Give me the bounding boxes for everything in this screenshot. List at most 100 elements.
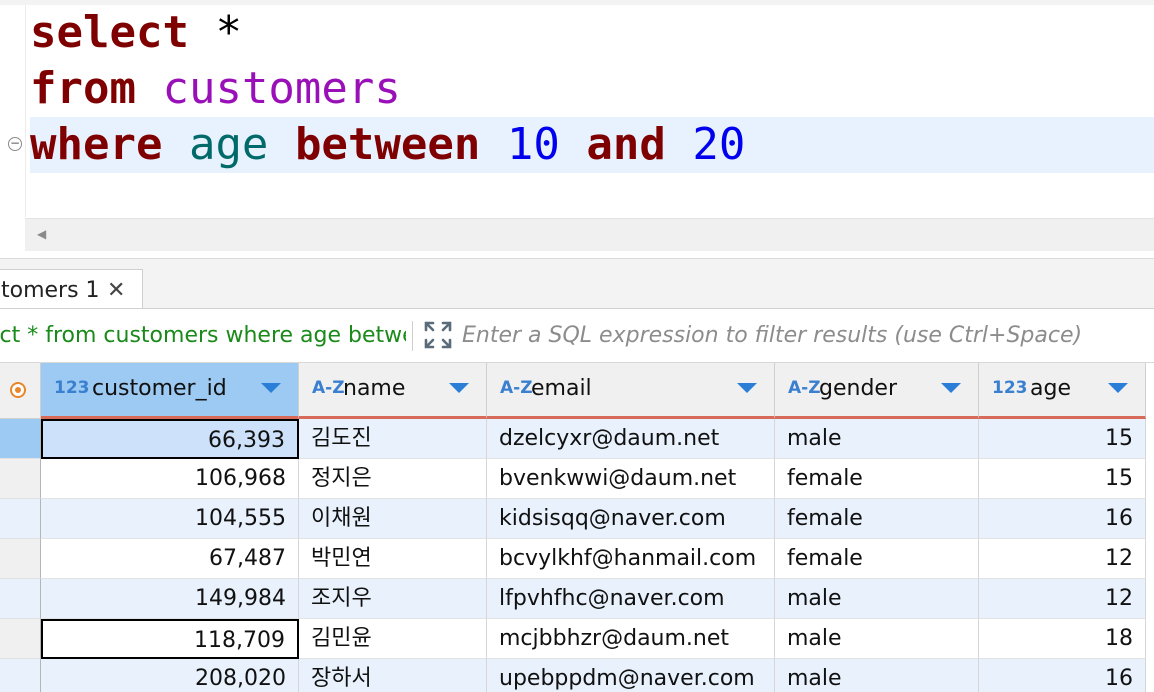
cell-name[interactable]: 조지우: [299, 579, 487, 619]
row-header[interactable]: [0, 659, 41, 692]
row-header[interactable]: [0, 539, 41, 579]
results-grid[interactable]: 123 customer_id A-Z name A-Z email A-Z gender 12…: [0, 363, 1154, 692]
column-header-name[interactable]: A-Z name: [299, 363, 487, 419]
fold-toggle-icon[interactable]: −: [8, 137, 22, 151]
tab-label: tomers 1: [1, 278, 100, 303]
cell-email[interactable]: dzelcyxr@daum.net: [487, 419, 775, 459]
cell-gender[interactable]: male: [775, 659, 979, 692]
table-row[interactable]: 66,393 김도진 dzelcyxr@daum.net male 15: [0, 419, 1154, 459]
sort-dropdown-icon[interactable]: [941, 383, 961, 393]
cell-gender[interactable]: male: [775, 419, 979, 459]
sql-token: from: [30, 63, 136, 114]
cell-customer-id[interactable]: 208,020: [41, 659, 299, 692]
tab-customers-1[interactable]: tomers 1 ✕: [0, 269, 143, 309]
sql-token: where: [30, 119, 163, 170]
row-header[interactable]: [0, 619, 41, 659]
cell-name[interactable]: 이채원: [299, 499, 487, 539]
cell-email[interactable]: kidsisqq@naver.com: [487, 499, 775, 539]
row-header[interactable]: [0, 579, 41, 619]
column-header-email[interactable]: A-Z email: [487, 363, 775, 419]
cell-age[interactable]: 15: [979, 459, 1146, 499]
cell-email[interactable]: lfpvhfhc@naver.com: [487, 579, 775, 619]
sql-token: age: [188, 119, 269, 170]
cell-name[interactable]: 정지은: [299, 459, 487, 499]
cell-age[interactable]: 18: [979, 619, 1146, 659]
text-type-icon: A-Z: [312, 378, 345, 398]
column-header-label: customer_id: [92, 376, 227, 401]
table-row[interactable]: 118,709 김민윤 mcjbbhzr@daum.net male 18: [0, 619, 1154, 659]
cell-gender[interactable]: male: [775, 579, 979, 619]
sql-editor[interactable]: select * from customers where age betwee…: [0, 0, 1154, 258]
results-tab-bar: tomers 1 ✕: [0, 258, 1154, 309]
text-type-icon: A-Z: [500, 378, 533, 398]
cell-customer-id[interactable]: 149,984: [41, 579, 299, 619]
row-header[interactable]: [0, 499, 41, 539]
table-row[interactable]: 208,020 장하서 upebppdm@naver.com male 16: [0, 659, 1154, 692]
grid-corner[interactable]: [0, 363, 41, 419]
column-header-label: gender: [819, 376, 897, 401]
sql-token: and: [586, 119, 666, 170]
column-header-label: name: [343, 376, 406, 401]
sql-token: 20: [692, 119, 746, 170]
table-row[interactable]: 67,487 박민연 bcvylkhf@hanmail.com female 12: [0, 539, 1154, 579]
sort-dropdown-icon[interactable]: [261, 383, 281, 393]
code-line-3-current[interactable]: where age between 10 and 20: [30, 117, 1154, 173]
cell-name[interactable]: 장하서: [299, 659, 487, 692]
editor-horizontal-scrollbar[interactable]: ◀: [25, 218, 1154, 251]
cell-customer-id[interactable]: 67,487: [41, 539, 299, 579]
cell-email[interactable]: bvenkwwi@daum.net: [487, 459, 775, 499]
filter-expression-input[interactable]: [462, 317, 1142, 353]
cell-age[interactable]: 12: [979, 579, 1146, 619]
code-line-1[interactable]: select *: [30, 5, 242, 61]
cell-email[interactable]: mcjbbhzr@daum.net: [487, 619, 775, 659]
cell-email[interactable]: bcvylkhf@hanmail.com: [487, 539, 775, 579]
sql-token: *: [188, 7, 242, 58]
cell-customer-id[interactable]: 104,555: [41, 499, 299, 539]
sql-token: between: [294, 119, 481, 170]
cell-email[interactable]: upebppdm@naver.com: [487, 659, 775, 692]
sql-token: 10: [506, 119, 560, 170]
cell-gender[interactable]: male: [775, 619, 979, 659]
cell-age[interactable]: 12: [979, 539, 1146, 579]
column-header-label: email: [531, 376, 592, 401]
sort-dropdown-icon[interactable]: [737, 383, 757, 393]
sort-dropdown-icon[interactable]: [449, 383, 469, 393]
cell-name[interactable]: 김도진: [299, 419, 487, 459]
table-row[interactable]: 106,968 정지은 bvenkwwi@daum.net female 15: [0, 459, 1154, 499]
column-header-gender[interactable]: A-Z gender: [775, 363, 979, 419]
cell-customer-id[interactable]: 118,709: [41, 619, 299, 659]
column-header-customer-id[interactable]: 123 customer_id: [41, 363, 299, 419]
editor-gutter: [0, 5, 26, 217]
cell-customer-id[interactable]: 106,968: [41, 459, 299, 499]
executed-query-text: ect * from customers where age betwe: [0, 323, 406, 348]
cell-age[interactable]: 15: [979, 419, 1146, 459]
cell-name[interactable]: 박민연: [299, 539, 487, 579]
table-row[interactable]: 104,555 이채원 kidsisqq@naver.com female 16: [0, 499, 1154, 539]
cell-name[interactable]: 김민윤: [299, 619, 487, 659]
table-row[interactable]: 149,984 조지우 lfpvhfhc@naver.com male 12: [0, 579, 1154, 619]
cell-gender[interactable]: female: [775, 459, 979, 499]
close-icon[interactable]: ✕: [107, 278, 125, 303]
column-header-age[interactable]: 123 age: [979, 363, 1146, 419]
cell-age[interactable]: 16: [979, 659, 1146, 692]
sort-dropdown-icon[interactable]: [1108, 383, 1128, 393]
scroll-left-arrow-icon[interactable]: ◀: [37, 227, 46, 241]
text-type-icon: A-Z: [788, 378, 821, 398]
column-header-label: age: [1030, 376, 1071, 401]
sql-token: customers: [162, 63, 401, 114]
numeric-type-icon: 123: [992, 378, 1028, 398]
cell-gender[interactable]: female: [775, 539, 979, 579]
row-header[interactable]: [0, 459, 41, 499]
code-line-2[interactable]: from customers: [30, 61, 401, 117]
filter-separator: [412, 321, 413, 351]
cell-customer-id[interactable]: 66,393: [41, 419, 299, 459]
record-mode-icon[interactable]: [10, 382, 26, 398]
row-header[interactable]: [0, 419, 41, 459]
cell-age[interactable]: 16: [979, 499, 1146, 539]
cell-gender[interactable]: female: [775, 499, 979, 539]
expand-icon[interactable]: [422, 319, 454, 351]
